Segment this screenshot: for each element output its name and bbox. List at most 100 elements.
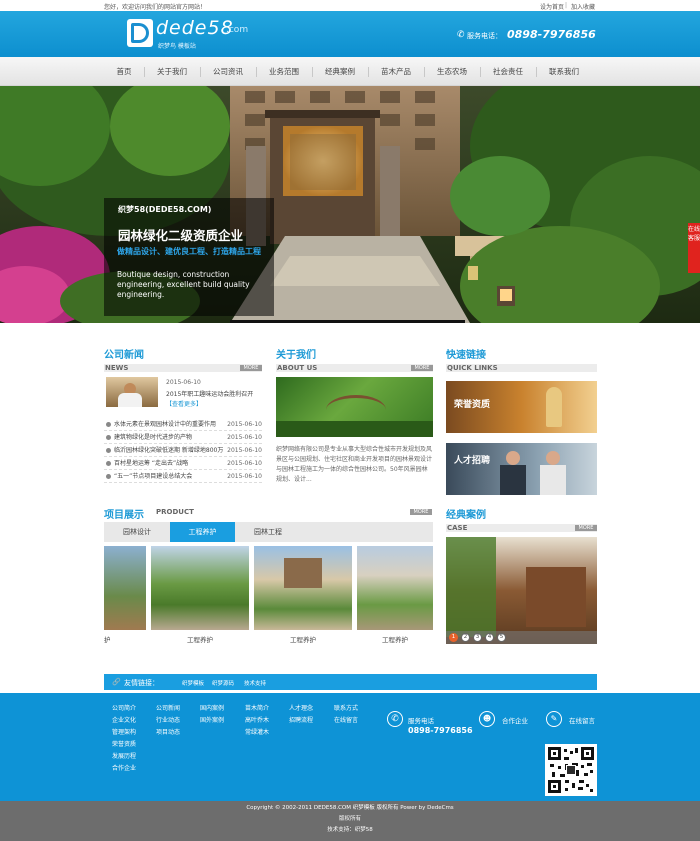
nav-cases[interactable]: 经典案例 bbox=[313, 57, 367, 86]
case-pager: 1 2 3 4 5 bbox=[446, 631, 597, 644]
footer-link[interactable]: 国内案例 bbox=[200, 703, 224, 715]
news-item[interactable]: 建筑物绿化是时代进步的产物 2015-06-10 bbox=[104, 431, 262, 444]
footer-col-jobs: 人才理念 招聘流程 bbox=[289, 703, 313, 727]
footer-link[interactable]: 在线留言 bbox=[334, 715, 358, 727]
product-card[interactable]: 工程养护 bbox=[254, 546, 352, 646]
quick-en: QUICK LINKS bbox=[447, 364, 498, 372]
phone-circle-icon: ✆ bbox=[387, 711, 403, 727]
nav-about[interactable]: 关于我们 bbox=[145, 57, 199, 86]
footer-link[interactable]: 常绿灌木 bbox=[245, 727, 269, 739]
about-title: 关于我们 bbox=[276, 350, 316, 361]
news-feature-image[interactable] bbox=[106, 377, 158, 407]
footer-link[interactable]: 公司新闻 bbox=[156, 703, 180, 715]
case-image[interactable]: 1 2 3 4 5 bbox=[446, 537, 597, 644]
tab-garden-engineering[interactable]: 园林工程 bbox=[235, 522, 301, 542]
footer-link[interactable]: 联系方式 bbox=[334, 703, 358, 715]
topbar-sep: | bbox=[565, 2, 568, 9]
tab-garden-design[interactable]: 园林设计 bbox=[104, 522, 170, 542]
news-subbar: NEWS MORE bbox=[104, 364, 262, 372]
nav-business[interactable]: 业务范围 bbox=[257, 57, 311, 86]
about-image[interactable] bbox=[276, 377, 433, 437]
quick-honor-card[interactable]: 荣誉资质 bbox=[446, 381, 597, 433]
logo-domain: .com bbox=[226, 25, 249, 35]
footer-col-news: 公司新闻 行业动态 项目动态 bbox=[156, 703, 180, 739]
footer-link[interactable]: 国外案例 bbox=[200, 715, 224, 727]
qr-code bbox=[545, 744, 597, 796]
footer-link[interactable]: 人才理念 bbox=[289, 703, 313, 715]
about-more-button[interactable]: MORE bbox=[411, 365, 433, 371]
case-page-2[interactable]: 2 bbox=[461, 633, 470, 642]
case-page-4[interactable]: 4 bbox=[485, 633, 494, 642]
case-en: CASE bbox=[447, 524, 468, 532]
footer-message-link[interactable]: 在线留言 bbox=[569, 715, 595, 725]
footer-link[interactable]: 苗木简介 bbox=[245, 703, 269, 715]
set-home-link[interactable]: 设为首页 bbox=[540, 2, 564, 11]
quick-jobs-card[interactable]: 人才招聘 bbox=[446, 443, 597, 495]
logo-mark[interactable] bbox=[127, 19, 153, 47]
news-title: 公司新闻 bbox=[104, 350, 144, 361]
add-favorite-link[interactable]: 加入收藏 bbox=[571, 2, 595, 11]
footer-link[interactable]: 管理架构 bbox=[112, 727, 136, 739]
case-page-5[interactable]: 5 bbox=[497, 633, 506, 642]
footer-coop-link[interactable]: 合作企业 bbox=[502, 715, 528, 725]
case-title: 经典案例 bbox=[446, 510, 486, 521]
case-more-button[interactable]: MORE bbox=[575, 525, 597, 531]
handshake-icon: ☻ bbox=[479, 711, 495, 727]
about-en: ABOUT US bbox=[277, 364, 318, 372]
news-en: NEWS bbox=[105, 364, 129, 372]
nav-home[interactable]: 首页 bbox=[104, 57, 144, 86]
news-item[interactable]: 百村星地运筹 “走出去”战略 2015-06-10 bbox=[104, 457, 262, 470]
phone-label: 服务电话： bbox=[467, 32, 502, 40]
news-more-button[interactable]: MORE bbox=[240, 365, 262, 371]
product-card[interactable]: 护 bbox=[104, 546, 146, 646]
nav-news[interactable]: 公司资讯 bbox=[201, 57, 255, 86]
footer-link[interactable]: 荣誉资质 bbox=[112, 739, 136, 751]
banner-english: Boutique design, construction engineerin… bbox=[117, 270, 250, 299]
footer-link[interactable]: 企业文化 bbox=[112, 715, 136, 727]
product-card[interactable]: 工程养护 bbox=[357, 546, 433, 646]
footer-link[interactable]: 项目动态 bbox=[156, 727, 180, 739]
footer-col-cases: 国内案例 国外案例 bbox=[200, 703, 224, 727]
online-service-tab[interactable]: 在线客服 bbox=[688, 223, 700, 273]
nav-responsibility[interactable]: 社会责任 bbox=[481, 57, 535, 86]
news-item[interactable]: 临沂园林绿化突破低迷期 新增绿地800万 2015-06-10 bbox=[104, 444, 262, 457]
footer-link[interactable]: 发展历程 bbox=[112, 751, 136, 763]
news-list: 水体元素在景观园林设计中的重要作用 2015-06-10 建筑物绿化是时代进步的产… bbox=[104, 412, 262, 492]
nav-products[interactable]: 苗木产品 bbox=[369, 57, 423, 86]
about-subbar: ABOUT US MORE bbox=[276, 364, 433, 372]
friend-links-bar: 🔗 友情链接： 织梦模板 织梦源码 技术支持 bbox=[104, 674, 597, 690]
trophy-icon bbox=[546, 387, 562, 427]
product-card[interactable]: 工程养护 bbox=[151, 546, 249, 646]
hero-banner[interactable]: 织梦58(DEDE58.COM) 园林绿化二级资质企业 做精品设计、建优良工程、… bbox=[0, 86, 700, 323]
logo-subtitle: 织梦鸟 模板站 bbox=[158, 43, 196, 50]
footer-link[interactable]: 高叶乔木 bbox=[245, 715, 269, 727]
nav-contact[interactable]: 联系我们 bbox=[537, 57, 591, 86]
case-page-3[interactable]: 3 bbox=[473, 633, 482, 642]
logo-text[interactable]: dede58 bbox=[156, 17, 234, 39]
news-item[interactable]: 水体元素在景观园林设计中的重要作用 2015-06-10 bbox=[104, 418, 262, 431]
tab-maintenance[interactable]: 工程养护 bbox=[170, 522, 235, 542]
quick-subbar: QUICK LINKS bbox=[446, 364, 597, 372]
footer-link[interactable]: 合作企业 bbox=[112, 763, 136, 775]
product-more-button[interactable]: MORE bbox=[410, 509, 432, 515]
friend-link[interactable]: 织梦模板 bbox=[182, 679, 204, 687]
case-page-1[interactable]: 1 bbox=[449, 633, 458, 642]
footer-link[interactable]: 招聘流程 bbox=[289, 715, 313, 727]
nav-farm[interactable]: 生态农场 bbox=[425, 57, 479, 86]
news-feature-more[interactable]: 【查看更多】 bbox=[166, 399, 202, 408]
news-item[interactable]: “五一”节点项目建设总结大会 2015-06-10 bbox=[104, 470, 262, 483]
product-subbar: MORE bbox=[155, 508, 432, 516]
footer-link[interactable]: 行业动态 bbox=[156, 715, 180, 727]
product-carousel: 护 工程养护 工程养护 工程养护 bbox=[104, 546, 433, 646]
news-feature-title[interactable]: 2015年职工趣味运动会胜利召开 bbox=[166, 389, 253, 398]
friend-links-label: 友情链接： bbox=[124, 679, 159, 687]
case-subbar: CASE MORE bbox=[446, 524, 597, 532]
copyright-support: 技术支持：织梦58 bbox=[327, 827, 373, 833]
friend-link[interactable]: 织梦源码 bbox=[212, 679, 234, 687]
news-feature-date: 2015-06-10 bbox=[166, 379, 201, 386]
product-tabs: 园林设计 工程养护 园林工程 bbox=[104, 522, 433, 542]
friend-link[interactable]: 技术支持 bbox=[244, 679, 266, 687]
footer-link[interactable]: 公司简介 bbox=[112, 703, 136, 715]
footer-col-products: 苗木简介 高叶乔木 常绿灌木 bbox=[245, 703, 269, 739]
header: dede58 .com 织梦鸟 模板站 ✆ 服务电话： 0898-7976856 bbox=[0, 11, 700, 57]
